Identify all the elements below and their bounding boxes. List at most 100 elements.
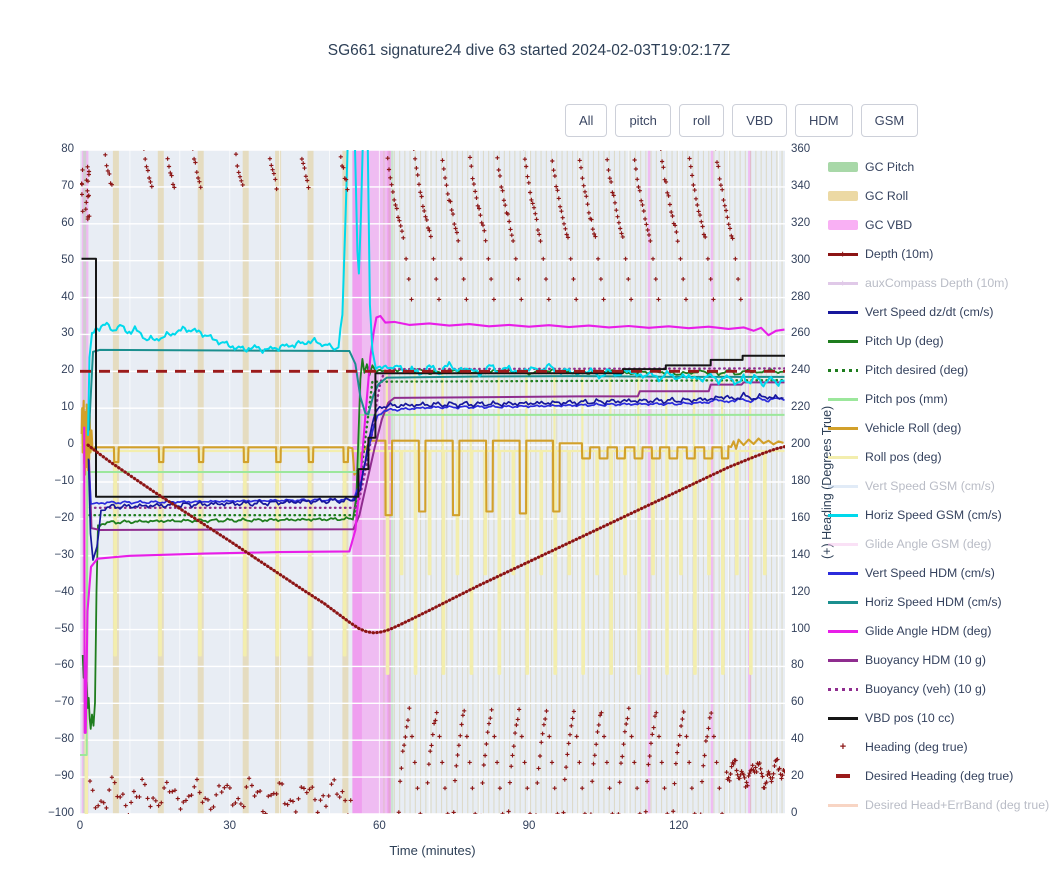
legend-swatch-buoy-hdm bbox=[828, 653, 858, 667]
legend-swatch-shape bbox=[828, 455, 858, 459]
filter-button-hdm[interactable]: HDM bbox=[795, 104, 853, 137]
legend-item-glide-hdm[interactable]: Glide Angle HDM (deg) bbox=[828, 620, 991, 642]
legend-item-buoy-veh[interactable]: Buoyancy (veh) (10 g) bbox=[828, 678, 986, 700]
filter-button-all[interactable]: All bbox=[565, 104, 608, 137]
legend-item-vert-hdm[interactable]: Vert Speed HDM (cm/s) bbox=[828, 562, 995, 584]
legend-swatch-shape bbox=[836, 774, 850, 778]
left-tick-label: 0 bbox=[67, 438, 74, 451]
legend-label-vert-gsm: Vert Speed GSM (cm/s) bbox=[865, 479, 995, 493]
legend-swatch-gc-roll bbox=[828, 189, 858, 203]
legend-label-gc-roll: GC Roll bbox=[865, 189, 909, 203]
legend-label-roll-pos: Roll pos (deg) bbox=[865, 450, 942, 464]
legend-swatch-shape bbox=[828, 803, 858, 807]
legend-label-vbd-pos: VBD pos (10 cc) bbox=[865, 711, 955, 725]
legend-item-vbd-pos[interactable]: VBD pos (10 cc) bbox=[828, 707, 955, 729]
x-tick-label: 0 bbox=[76, 820, 84, 832]
left-tick-label: −90 bbox=[54, 770, 74, 783]
legend-swatch-roll-pos bbox=[828, 450, 858, 464]
legend-label-vehicle-roll: Vehicle Roll (deg) bbox=[865, 421, 962, 435]
legend-label-glide-gsm: Glide Angle GSM (deg) bbox=[865, 537, 992, 551]
legend-item-aux-depth[interactable]: + auxCompass Depth (10m) bbox=[828, 272, 1009, 294]
legend-marker-depth: + bbox=[840, 249, 846, 259]
legend-item-horiz-hdm[interactable]: Horiz Speed HDM (cm/s) bbox=[828, 591, 1002, 613]
legend-swatch-shape: + bbox=[839, 741, 847, 753]
legend-swatch-shape bbox=[828, 220, 858, 230]
legend-label-aux-depth: auxCompass Depth (10m) bbox=[865, 276, 1009, 290]
left-tick-label: −10 bbox=[54, 475, 74, 487]
legend-item-vert-dzdt[interactable]: Vert Speed dz/dt (cm/s) bbox=[828, 301, 994, 323]
legend-label-desired-errband: Desired Head+ErrBand (deg true) bbox=[865, 798, 1050, 812]
legend-label-horiz-gsm: Horiz Speed GSM (cm/s) bbox=[865, 508, 1002, 522]
legend-item-pitch-up[interactable]: Pitch Up (deg) bbox=[828, 330, 944, 352]
legend-swatch-aux-depth: + bbox=[828, 276, 858, 290]
legend-item-glide-gsm[interactable]: Glide Angle GSM (deg) bbox=[828, 533, 991, 555]
legend-label-pitch-up: Pitch Up (deg) bbox=[865, 334, 944, 348]
legend-swatch-depth: + bbox=[828, 247, 858, 261]
legend-swatch-horiz-gsm bbox=[828, 508, 858, 522]
left-tick-label: −60 bbox=[54, 659, 74, 672]
legend-swatch-glide-gsm bbox=[828, 537, 858, 551]
legend-item-vehicle-roll[interactable]: Vehicle Roll (deg) bbox=[828, 417, 961, 439]
left-tick-label: 20 bbox=[61, 364, 74, 377]
x-tick-label: 30 bbox=[223, 820, 237, 832]
legend-item-vert-gsm[interactable]: Vert Speed GSM (cm/s) bbox=[828, 475, 995, 497]
dive-plot-page: SG661 signature24 dive 63 started 2024-0… bbox=[0, 0, 1058, 894]
legend-label-desired-heading: Desired Heading (deg true) bbox=[865, 769, 1014, 783]
legend-label-depth: Depth (10m) bbox=[865, 247, 934, 261]
legend-item-pitch-pos[interactable]: Pitch pos (mm) bbox=[828, 388, 948, 410]
legend-label-vert-dzdt: Vert Speed dz/dt (cm/s) bbox=[865, 305, 994, 319]
plot-area[interactable] bbox=[80, 150, 785, 814]
legend-swatch-glide-hdm bbox=[828, 624, 858, 638]
legend-label-vert-hdm: Vert Speed HDM (cm/s) bbox=[865, 566, 995, 580]
legend-label-pitch-desired: Pitch desired (deg) bbox=[865, 363, 969, 377]
left-tick-label: 70 bbox=[61, 179, 74, 192]
plot-canvas[interactable] bbox=[80, 150, 785, 814]
left-tick-label: 40 bbox=[61, 290, 74, 303]
filter-button-row: All pitch roll VBD HDM GSM bbox=[565, 104, 919, 137]
filter-button-vbd[interactable]: VBD bbox=[732, 104, 787, 137]
legend-item-depth[interactable]: + Depth (10m) bbox=[828, 243, 933, 265]
left-tick-label: 30 bbox=[61, 327, 74, 340]
left-tick-label: −70 bbox=[54, 696, 74, 709]
legend-item-pitch-desired[interactable]: Pitch desired (deg) bbox=[828, 359, 968, 381]
legend-item-gc-pitch[interactable]: GC Pitch bbox=[828, 156, 914, 178]
legend-item-horiz-gsm[interactable]: Horiz Speed GSM (cm/s) bbox=[828, 504, 1002, 526]
legend-swatch-vehicle-roll bbox=[828, 421, 858, 435]
legend-label-pitch-pos: Pitch pos (mm) bbox=[865, 392, 948, 406]
legend-item-desired-errband[interactable]: Desired Head+ErrBand (deg true) bbox=[828, 794, 1049, 816]
legend-swatch-shape bbox=[828, 658, 858, 662]
left-tick-label: 10 bbox=[61, 401, 74, 414]
legend-swatch-horiz-hdm bbox=[828, 595, 858, 609]
x-tick-label: 90 bbox=[522, 820, 536, 832]
legend-item-gc-roll[interactable]: GC Roll bbox=[828, 185, 908, 207]
legend-marker-aux-depth: + bbox=[840, 278, 846, 288]
legend-label-buoy-veh: Buoyancy (veh) (10 g) bbox=[865, 682, 986, 696]
left-tick-label: −30 bbox=[54, 548, 74, 561]
legend-swatch-shape bbox=[828, 310, 858, 314]
x-axis-title: Time (minutes) bbox=[389, 843, 476, 858]
legend-swatch-buoy-veh bbox=[828, 682, 858, 696]
left-tick-label: −40 bbox=[54, 585, 74, 598]
legend-swatch-shape bbox=[828, 716, 858, 720]
filter-button-roll[interactable]: roll bbox=[678, 104, 725, 137]
legend-swatch-shape bbox=[828, 339, 858, 343]
filter-button-gsm[interactable]: GSM bbox=[860, 104, 919, 137]
legend-swatch-vert-gsm bbox=[828, 479, 858, 493]
legend-swatch-shape bbox=[828, 484, 858, 488]
legend-item-heading[interactable]: + Heading (deg true) bbox=[828, 736, 968, 758]
legend-item-gc-vbd[interactable]: GC VBD bbox=[828, 214, 912, 236]
legend-swatch-shape bbox=[828, 687, 858, 691]
legend-item-roll-pos[interactable]: Roll pos (deg) bbox=[828, 446, 942, 468]
legend-swatch-shape bbox=[828, 600, 858, 604]
legend-label-gc-vbd: GC VBD bbox=[865, 218, 913, 232]
legend-label-horiz-hdm: Horiz Speed HDM (cm/s) bbox=[865, 595, 1002, 609]
legend-swatch-shape bbox=[828, 191, 858, 201]
filter-button-pitch[interactable]: pitch bbox=[615, 104, 671, 137]
legend-item-buoy-hdm[interactable]: Buoyancy HDM (10 g) bbox=[828, 649, 986, 671]
page-title: SG661 signature24 dive 63 started 2024-0… bbox=[327, 42, 731, 59]
legend-swatch-heading: + bbox=[828, 740, 858, 754]
legend-swatch-shape bbox=[828, 513, 858, 517]
legend-swatch-desired-errband bbox=[828, 798, 858, 812]
legend-item-desired-heading[interactable]: Desired Heading (deg true) bbox=[828, 765, 1013, 787]
legend-label-buoy-hdm: Buoyancy HDM (10 g) bbox=[865, 653, 986, 667]
